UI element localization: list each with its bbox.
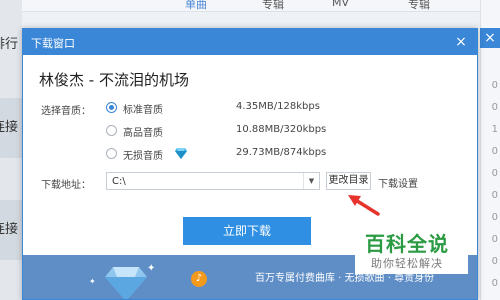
quality-name[interactable]: 高品音质 (123, 124, 163, 139)
bg-close-icon[interactable]: × (480, 28, 500, 48)
watermark-subtitle: 助你轻松解决 (371, 257, 443, 270)
close-icon[interactable]: × (453, 34, 469, 50)
bg-tab-special[interactable]: 专辑 (408, 0, 430, 12)
badge-icon: ♪ (191, 271, 207, 287)
quality-option-high[interactable]: 高品音质 10.88MB/320kbps (106, 123, 386, 139)
bg-list-row: 0 (491, 256, 498, 267)
bg-list-row: 0 (491, 168, 498, 179)
diamond-icon (175, 148, 187, 159)
bg-sidebar-item[interactable]: 连接 (0, 200, 22, 260)
quality-size: 29.73MB/874kbps (236, 147, 327, 158)
watermark: 百科全说 助你轻松解决 (355, 226, 468, 274)
sparkle-icon: ✦ (147, 263, 156, 274)
bg-sidebar-item[interactable]: 连接 (0, 98, 22, 158)
quality-option-lossless[interactable]: 无损音质 29.73MB/874kbps (106, 146, 386, 162)
diamond-icon (105, 267, 147, 299)
sparkle-icon: ✦ (89, 277, 96, 286)
download-settings-link[interactable]: 下载设置 (378, 175, 418, 190)
bg-list-row: 0 (491, 212, 498, 223)
quality-name[interactable]: 标准音质 (123, 101, 163, 116)
radio-selected-icon[interactable] (106, 102, 117, 113)
download-path-select[interactable]: C:\ ▼ (106, 172, 320, 190)
background-tabbar: 单曲 专辑 MV 专辑 (0, 0, 500, 12)
path-label: 下载地址： (41, 180, 91, 191)
bg-list-row: 0 (491, 80, 498, 91)
quality-option-standard[interactable]: 标准音质 4.35MB/128kbps (106, 100, 386, 116)
download-now-button[interactable]: 立即下载 (183, 217, 311, 245)
radio-icon[interactable] (106, 125, 117, 136)
radio-icon[interactable] (106, 148, 117, 159)
bg-tab-mv[interactable]: MV (332, 0, 349, 9)
path-value[interactable]: C:\ (112, 176, 126, 187)
quality-label: 选择音质： (41, 106, 91, 117)
background-sidebar: 排行 连接 连接 (0, 0, 22, 300)
quality-size: 4.35MB/128kbps (236, 101, 320, 112)
chevron-down-icon[interactable]: ▼ (303, 173, 319, 189)
bg-sidebar-item[interactable]: 排行 (0, 15, 22, 75)
dialog-titlebar[interactable]: 下载窗口 × (23, 29, 477, 55)
quality-size: 10.88MB/320kbps (236, 124, 327, 135)
bg-list-row: 0 (491, 146, 498, 157)
song-title: 林俊杰 - 不流泪的机场 (39, 71, 189, 89)
bg-tab-albums[interactable]: 专辑 (262, 0, 284, 12)
bg-list-row: 1 (491, 124, 498, 135)
red-arrow-icon (348, 195, 380, 216)
bg-tab-songs[interactable]: 单曲 (185, 0, 207, 12)
change-directory-button[interactable]: 更改目录 (326, 172, 371, 190)
background-list: × 0 0 1 0 0 0 0 0 0 0 (480, 0, 500, 300)
bg-list-row: 0 (491, 102, 498, 113)
bg-list-row: 0 (491, 278, 498, 289)
dialog-title: 下载窗口 (31, 37, 75, 50)
bg-list-row: 0 (491, 234, 498, 245)
bg-list-row: 0 (491, 190, 498, 201)
quality-name[interactable]: 无损音质 (123, 147, 163, 162)
watermark-title: 百科全说 (365, 232, 449, 256)
